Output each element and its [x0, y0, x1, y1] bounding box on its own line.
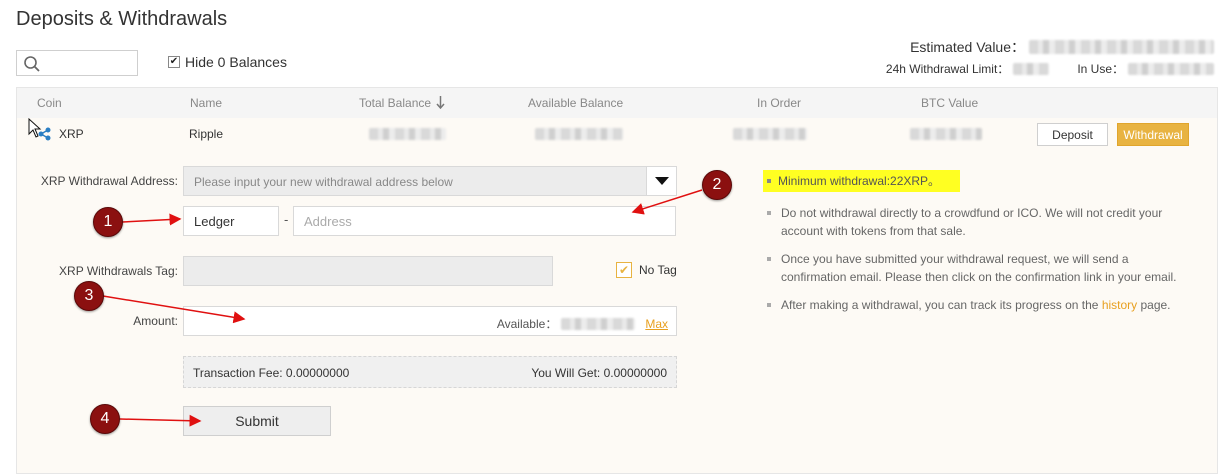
in-use-redacted: [1128, 62, 1214, 75]
address-select-placeholder: Please input your new withdrawal address…: [194, 175, 453, 189]
deposit-button[interactable]: Deposit: [1037, 123, 1108, 146]
header-total-balance[interactable]: Total Balance: [359, 96, 445, 110]
header-total-balance-label: Total Balance: [359, 96, 432, 110]
withdrawal-notes: Minimum withdrawal:22XRP。 Do not withdra…: [763, 170, 1186, 324]
page-title: Deposits & Withdrawals: [16, 8, 228, 30]
search-icon: [24, 56, 40, 72]
history-note-text: After making a withdrawal, you can track…: [781, 298, 1102, 312]
you-will-get: You Will Get: 0.00000000: [531, 366, 667, 380]
annotation-marker-2: 2: [702, 170, 732, 200]
address-input[interactable]: Address: [293, 206, 676, 236]
hide-zero-balances-toggle[interactable]: ✔ Hide 0 Balances: [168, 54, 287, 70]
header-available-balance[interactable]: Available Balance: [528, 96, 623, 110]
submit-button[interactable]: Submit: [183, 406, 331, 436]
amount-label: Amount:: [133, 314, 178, 328]
hide-zero-checkbox[interactable]: ✔: [168, 56, 180, 68]
address-label-input[interactable]: Ledger: [183, 206, 279, 236]
address-select[interactable]: Please input your new withdrawal address…: [183, 166, 677, 196]
dropdown-arrow-icon[interactable]: [646, 167, 676, 195]
estimated-value-redacted: [1029, 40, 1214, 54]
header-btc-value[interactable]: BTC Value: [921, 96, 978, 110]
btc-value-redacted: [910, 128, 982, 140]
tag-label: XRP Withdrawals Tag:: [59, 264, 178, 278]
history-note-end: page.: [1137, 298, 1171, 312]
fee-summary: Transaction Fee: 0.00000000 You Will Get…: [183, 356, 677, 388]
header-coin[interactable]: Coin: [37, 96, 62, 110]
crowdfund-note: Do not withdrawal directly to a crowdfun…: [766, 204, 1186, 240]
search-input[interactable]: [16, 50, 138, 76]
history-link[interactable]: history: [1102, 298, 1137, 312]
in-order-redacted: [733, 128, 807, 140]
header-in-order[interactable]: In Order: [757, 96, 801, 110]
xrp-coin-icon: [38, 127, 51, 141]
address-label-value: Ledger: [194, 214, 235, 229]
hide-zero-label: Hide 0 Balances: [185, 54, 287, 70]
annotation-marker-3: 3: [74, 281, 104, 311]
estimated-value-label: Estimated Value：: [910, 39, 1025, 55]
withdrawal-button[interactable]: Withdrawal: [1117, 123, 1189, 146]
amount-input[interactable]: Available： Max: [183, 306, 677, 336]
max-link[interactable]: Max: [645, 317, 668, 331]
header-name[interactable]: Name: [190, 96, 222, 110]
available-redacted: [561, 317, 636, 330]
available-label: Available：: [496, 317, 558, 331]
email-note: Once you have submitted your withdrawal …: [766, 250, 1186, 286]
withdrawal-limit: 24h Withdrawal Limit： In Use：: [886, 60, 1214, 77]
no-tag-label: No Tag: [639, 263, 677, 277]
tag-input[interactable]: [183, 256, 553, 286]
history-note: After making a withdrawal, you can track…: [766, 296, 1186, 314]
withdrawal-limit-label: 24h Withdrawal Limit：: [885, 62, 1010, 76]
total-balance-redacted: [369, 128, 446, 140]
address-label: XRP Withdrawal Address:: [40, 174, 178, 188]
address-placeholder: Address: [304, 214, 352, 229]
annotation-marker-4: 4: [90, 404, 120, 434]
in-use-label: In Use：: [1077, 62, 1124, 76]
table-row: XRP Ripple Deposit Withdrawal: [17, 118, 1217, 150]
minimum-withdrawal-note: Minimum withdrawal:22XRP。: [763, 170, 961, 192]
no-tag-checkbox[interactable]: ✔: [616, 262, 632, 278]
annotation-marker-1: 1: [93, 207, 123, 237]
table-header: Coin Name Total Balance Available Balanc…: [17, 88, 1217, 118]
label-address-separator: -: [284, 212, 289, 227]
transaction-fee: Transaction Fee: 0.00000000: [193, 366, 350, 380]
no-tag-toggle[interactable]: ✔ No Tag: [616, 262, 677, 278]
withdrawal-limit-redacted: [1013, 62, 1050, 75]
estimated-value: Estimated Value：: [910, 37, 1214, 57]
sort-down-arrow-icon: [436, 96, 445, 109]
coin-name: Ripple: [189, 127, 224, 141]
available-amount: Available： Max: [497, 315, 668, 332]
available-balance-redacted: [535, 128, 623, 140]
coin-symbol: XRP: [59, 127, 84, 141]
